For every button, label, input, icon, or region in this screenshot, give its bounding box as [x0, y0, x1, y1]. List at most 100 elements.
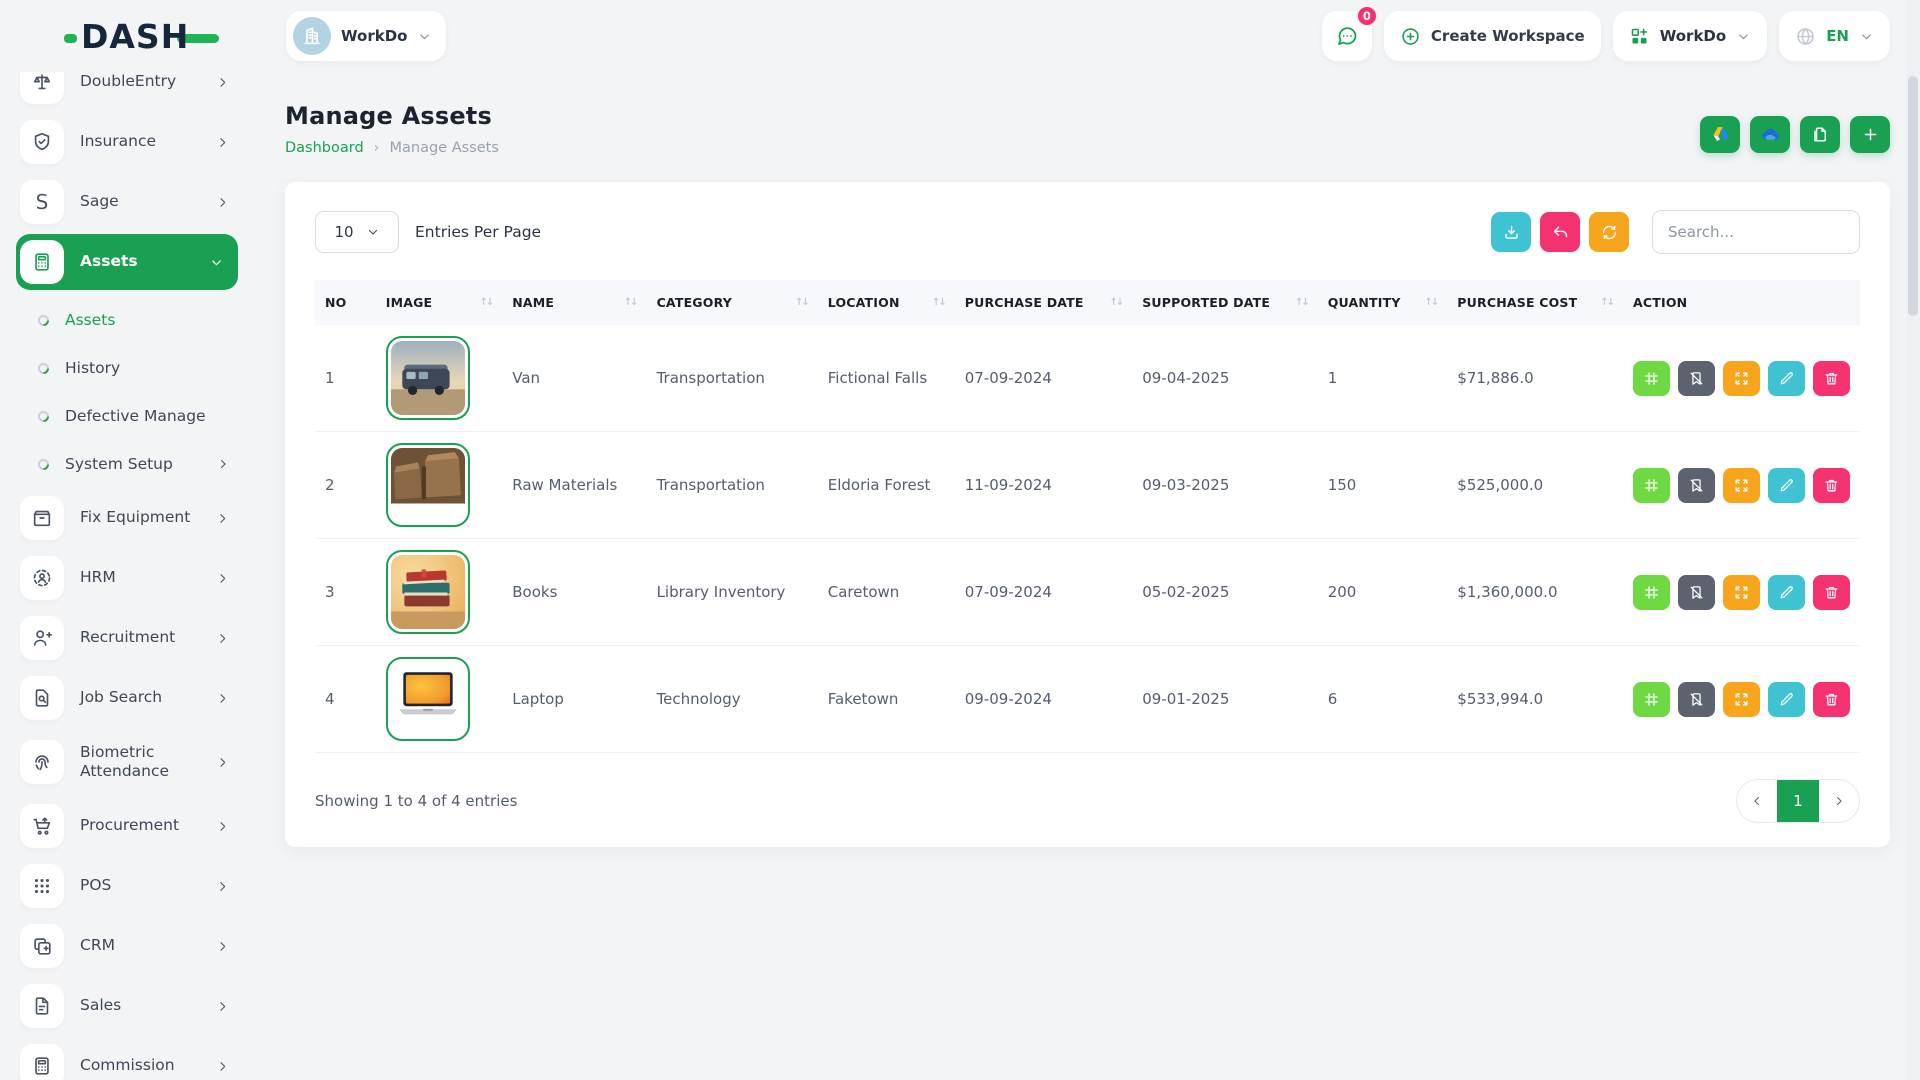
entries-per-page-select[interactable]: 10 [315, 211, 399, 253]
view-button[interactable] [1723, 682, 1760, 717]
barcode-button[interactable] [1633, 575, 1670, 610]
col-quantity: ↑↓QUANTITY [1318, 280, 1448, 325]
edit-button[interactable] [1768, 682, 1805, 717]
export-button[interactable] [1491, 212, 1531, 252]
laptop-photo [391, 662, 465, 736]
chevron-right-icon [215, 511, 230, 526]
asset-thumbnail-van[interactable] [386, 336, 470, 420]
bookmark-slash-icon [1688, 691, 1705, 708]
sort-icon[interactable]: ↑↓ [795, 297, 808, 308]
sidebar-item-procurement[interactable]: Procurement [16, 798, 244, 854]
label-off-button[interactable] [1678, 468, 1715, 503]
sidebar-item-recruitment[interactable]: Recruitment [16, 610, 244, 666]
sidebar-item-sales[interactable]: Sales [16, 978, 244, 1034]
sidebar-item-insurance[interactable]: Insurance [16, 114, 244, 170]
submenu-item-history[interactable]: History [26, 344, 244, 392]
refresh-button[interactable] [1589, 212, 1629, 252]
sidebar-item-job-search[interactable]: Job Search [16, 670, 244, 726]
label-off-button[interactable] [1678, 682, 1715, 717]
breadcrumb: Dashboard › Manage Assets [285, 140, 499, 156]
col-name: ↑↓NAME [502, 280, 646, 325]
messages-button[interactable]: 0 [1322, 11, 1372, 61]
assets-table: NO ↑↓IMAGE ↑↓NAME ↑↓CATEGORY ↑↓LOCATION … [315, 280, 1860, 753]
sidebar-item-pos[interactable]: POS [16, 858, 244, 914]
table-header-row: NO ↑↓IMAGE ↑↓NAME ↑↓CATEGORY ↑↓LOCATION … [315, 280, 1860, 325]
chevron-right-icon [215, 631, 230, 646]
workspace-switcher[interactable]: WorkDo [286, 11, 446, 61]
top-bar: DASH WorkDo 0 Create Workspace WorkDo EN [0, 0, 1920, 72]
pagination-prev-button[interactable] [1737, 780, 1777, 822]
asset-thumbnail-raw-materials[interactable] [386, 443, 470, 527]
expand-icon [1733, 477, 1750, 494]
pagination-page-1[interactable]: 1 [1777, 780, 1819, 822]
language-selector[interactable]: EN [1779, 11, 1890, 61]
asset-thumbnail-books[interactable] [386, 550, 470, 634]
sort-icon[interactable]: ↑↓ [479, 297, 492, 308]
sort-icon[interactable]: ↑↓ [1600, 297, 1613, 308]
view-button[interactable] [1723, 575, 1760, 610]
pencil-icon [1778, 584, 1795, 601]
view-button[interactable] [1723, 468, 1760, 503]
view-button[interactable] [1723, 361, 1760, 396]
trash-icon [1823, 691, 1840, 708]
assets-submenu: Assets History Defective Manage System S… [16, 294, 244, 490]
sidebar-item-crm[interactable]: CRM [16, 918, 244, 974]
submenu-item-assets[interactable]: Assets [26, 296, 244, 344]
barcode-button[interactable] [1633, 468, 1670, 503]
window-scrollbar[interactable] [1906, 0, 1920, 1080]
search-input[interactable] [1652, 210, 1860, 254]
onedrive-import-button[interactable] [1750, 116, 1790, 153]
sidebar-item-doubleentry[interactable]: DoubleEntry [16, 72, 244, 110]
chevron-down-icon [209, 255, 224, 270]
delete-button[interactable] [1813, 468, 1850, 503]
sidebar-item-biometric-attendance[interactable]: Biometric Attendance [16, 730, 244, 794]
submenu-bullet-icon [36, 408, 52, 424]
scrollbar-thumb[interactable] [1908, 76, 1918, 316]
edit-button[interactable] [1768, 468, 1805, 503]
edit-button[interactable] [1768, 575, 1805, 610]
cart-icon [20, 804, 64, 848]
hash-frame-icon [1643, 584, 1660, 601]
google-drive-icon [1710, 124, 1731, 145]
expand-icon [1733, 691, 1750, 708]
sidebar-item-fix-equipment[interactable]: Fix Equipment [16, 490, 244, 546]
google-drive-import-button[interactable] [1700, 116, 1740, 153]
chevron-right-icon [216, 457, 244, 471]
sort-icon[interactable]: ↑↓ [1109, 297, 1122, 308]
account-menu[interactable]: WorkDo [1613, 11, 1767, 61]
barcode-button[interactable] [1633, 361, 1670, 396]
table-row: 2 R [315, 432, 1860, 539]
label-off-button[interactable] [1678, 361, 1715, 396]
delete-button[interactable] [1813, 682, 1850, 717]
sort-icon[interactable]: ↑↓ [1425, 297, 1438, 308]
add-asset-button[interactable] [1850, 116, 1890, 153]
sort-icon[interactable]: ↑↓ [932, 297, 945, 308]
label-off-button[interactable] [1678, 575, 1715, 610]
file-lines-icon [20, 984, 64, 1028]
sidebar-item-assets[interactable]: Assets [16, 234, 238, 290]
edit-button[interactable] [1768, 361, 1805, 396]
submenu-item-system-setup[interactable]: System Setup [26, 440, 244, 488]
asset-thumbnail-laptop[interactable] [386, 657, 470, 741]
reset-button[interactable] [1540, 212, 1580, 252]
hash-frame-icon [1643, 691, 1660, 708]
delete-button[interactable] [1813, 575, 1850, 610]
pagination-next-button[interactable] [1819, 780, 1859, 822]
messages-badge: 0 [1356, 5, 1378, 27]
sidebar-item-hrm[interactable]: HRM [16, 550, 244, 606]
globe-icon [1795, 26, 1816, 47]
dash-logo[interactable]: DASH [64, 17, 274, 56]
sort-icon[interactable]: ↑↓ [624, 297, 637, 308]
sort-icon[interactable]: ↑↓ [1295, 297, 1308, 308]
create-workspace-button[interactable]: Create Workspace [1384, 11, 1601, 61]
barcode-button[interactable] [1633, 682, 1670, 717]
breadcrumb-dashboard-link[interactable]: Dashboard [285, 140, 364, 156]
chevron-down-icon [417, 29, 432, 44]
hash-frame-icon [1643, 477, 1660, 494]
sidebar-item-commission[interactable]: Commission [16, 1038, 244, 1080]
sidebar-item-sage[interactable]: S Sage [16, 174, 244, 230]
duplicate-page-button[interactable] [1800, 116, 1840, 153]
table-row: 1 V [315, 325, 1860, 432]
submenu-item-defective-manage[interactable]: Defective Manage [26, 392, 244, 440]
delete-button[interactable] [1813, 361, 1850, 396]
